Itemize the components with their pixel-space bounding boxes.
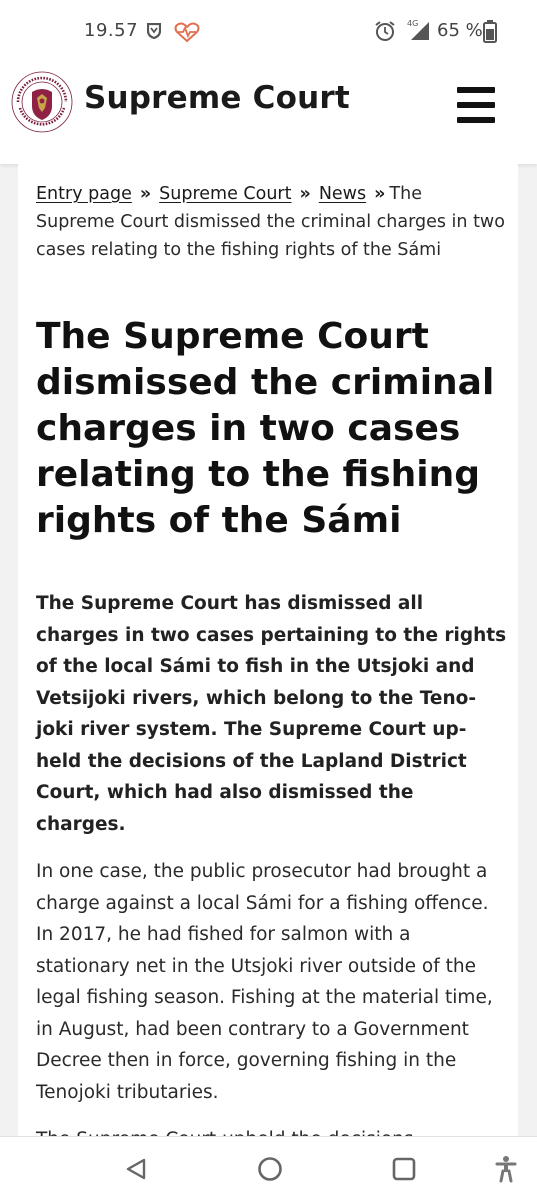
menu-bar-bottom bbox=[457, 117, 495, 123]
status-time: 19.57 bbox=[84, 20, 139, 41]
battery-percent: 65 % bbox=[437, 20, 483, 41]
back-icon[interactable] bbox=[124, 1157, 148, 1181]
menu-bar-middle bbox=[457, 102, 495, 108]
breadcrumb-link-news[interactable]: News bbox=[319, 184, 366, 204]
alarm-icon bbox=[375, 21, 395, 41]
shield-icon bbox=[147, 23, 161, 39]
breadcrumb-separator: » bbox=[299, 184, 311, 204]
breadcrumb-separator: » bbox=[139, 184, 152, 204]
breadcrumb-link-entry-page[interactable]: Entry page bbox=[36, 184, 132, 204]
hamburger-menu-icon[interactable] bbox=[457, 87, 495, 123]
article-lead: The Supreme Court has dismissed all char… bbox=[36, 593, 507, 835]
article-paragraph: In one case, the public prosecutor had b… bbox=[36, 861, 493, 1103]
health-heart-icon bbox=[174, 22, 200, 43]
site-title[interactable]: Supreme Court bbox=[84, 80, 350, 116]
site-header: Supreme Court bbox=[0, 60, 537, 164]
network-type-label: 4G bbox=[407, 19, 418, 28]
recents-icon[interactable] bbox=[392, 1157, 416, 1181]
breadcrumb-separator: » bbox=[374, 184, 386, 204]
menu-bar-top bbox=[457, 87, 495, 93]
signal-icon: 4G bbox=[407, 19, 429, 40]
breadcrumb-link-supreme-court[interactable]: Supreme Court bbox=[159, 184, 291, 204]
article-content: Entry page » Supreme Court » News » The Suprem… bbox=[18, 164, 518, 1136]
breadcrumb: Entry page» Supreme Court» News» The Suprem… bbox=[36, 180, 506, 264]
page-title: The Supreme Court dismissed the criminal… bbox=[36, 316, 495, 541]
home-icon[interactable] bbox=[257, 1156, 283, 1182]
status-bar: 19.57 4G 65 % bbox=[0, 0, 537, 60]
system-navigation-bar bbox=[0, 1136, 537, 1201]
supreme-court-logo[interactable] bbox=[10, 70, 74, 134]
accessibility-icon[interactable] bbox=[494, 1155, 518, 1183]
article-paragraph: The Supreme Court upheld the decisions bbox=[36, 1124, 508, 1136]
battery-icon bbox=[483, 20, 497, 43]
